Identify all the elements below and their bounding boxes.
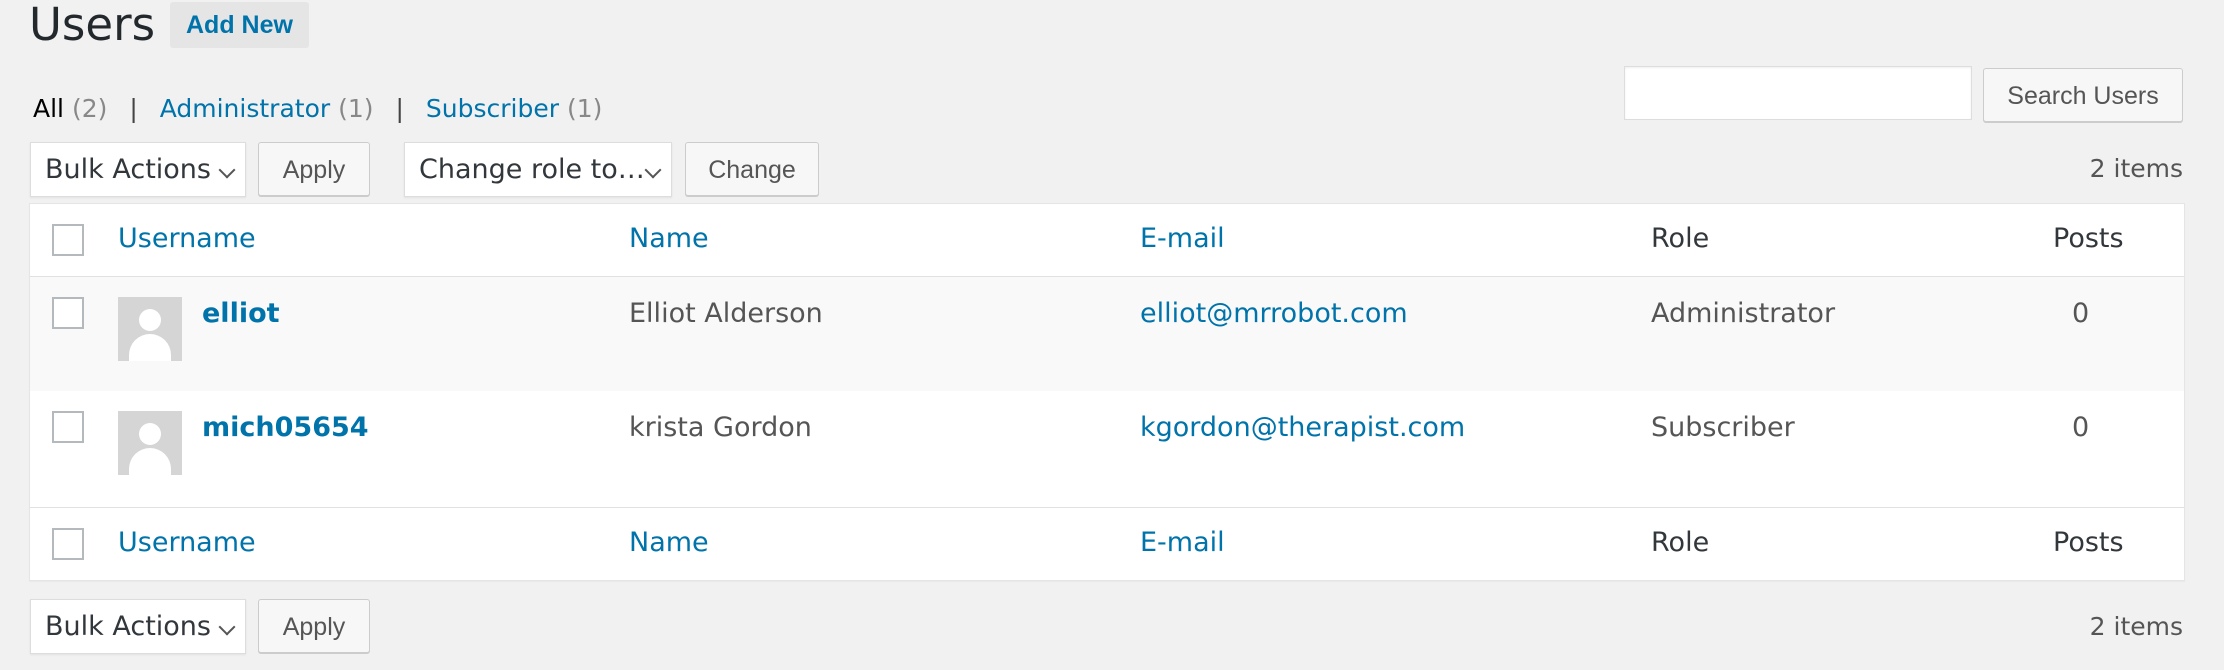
table-footer: Username Name E-mail Role Posts — [30, 507, 2184, 580]
default-user-avatar-icon — [118, 297, 182, 361]
users-page: Users Add New All (2) | Administrator (1… — [0, 0, 2224, 670]
avatar-body-shape — [129, 448, 171, 475]
chevron-down-icon — [644, 161, 662, 179]
role-column-header: Role — [1651, 223, 1710, 254]
search-users-input[interactable] — [1624, 66, 1972, 120]
filter-subscriber-count: (1) — [566, 94, 603, 123]
username-link[interactable]: elliot — [202, 295, 280, 333]
email-column-footer[interactable]: E-mail — [1140, 524, 1225, 562]
avatar-head-shape — [139, 309, 161, 331]
user-role-filters: All (2) | Administrator (1) | Subscriber… — [33, 91, 602, 127]
add-new-user-button[interactable]: Add New — [170, 2, 309, 48]
username-link[interactable]: mich05654 — [202, 409, 369, 447]
user-role: Administrator — [1651, 298, 1836, 329]
avatar-body-shape — [129, 334, 171, 361]
apply-button-top[interactable]: Apply — [258, 142, 370, 196]
filter-separator: | — [395, 94, 404, 123]
bulk-actions-select-bottom[interactable]: Bulk Actions — [30, 599, 246, 654]
users-table: Username Name E-mail Role Posts elliot E… — [29, 203, 2185, 581]
filter-all-label: All — [33, 94, 64, 123]
table-header: Username Name E-mail Role Posts — [30, 204, 2184, 277]
user-name: krista Gordon — [629, 412, 812, 443]
filter-all-count: (2) — [71, 94, 108, 123]
bulk-actions-select-top[interactable]: Bulk Actions — [30, 142, 246, 197]
email-link[interactable]: elliot@mrrobot.com — [1140, 295, 1408, 333]
role-column-footer: Role — [1651, 527, 1710, 558]
apply-button-bottom[interactable]: Apply — [258, 599, 370, 653]
search-users-button[interactable]: Search Users — [1983, 68, 2183, 122]
email-column-header[interactable]: E-mail — [1140, 220, 1225, 258]
filter-administrator[interactable]: Administrator (1) — [160, 94, 382, 123]
name-column-footer[interactable]: Name — [629, 524, 709, 562]
row-checkbox[interactable] — [52, 297, 84, 329]
filter-administrator-label: Administrator — [159, 94, 331, 123]
default-user-avatar-icon — [118, 411, 182, 475]
user-role: Subscriber — [1651, 412, 1795, 443]
change-role-button[interactable]: Change — [685, 142, 819, 196]
avatar-head-shape — [139, 423, 161, 445]
change-role-select[interactable]: Change role to… — [404, 142, 672, 197]
row-checkbox[interactable] — [52, 411, 84, 443]
bulk-actions-label: Bulk Actions — [45, 154, 211, 185]
filter-administrator-count: (1) — [338, 94, 374, 123]
items-count-bottom: 2 items — [2089, 612, 2183, 641]
email-link[interactable]: kgordon@therapist.com — [1140, 409, 1465, 447]
filter-all[interactable]: All (2) — [33, 94, 115, 123]
table-row: elliot Elliot Alderson elliot@mrrobot.co… — [30, 277, 2184, 391]
username-column-header[interactable]: Username — [118, 220, 256, 258]
select-all-checkbox-footer[interactable] — [52, 528, 84, 560]
username-column-footer[interactable]: Username — [118, 524, 256, 562]
chevron-down-icon — [218, 161, 236, 179]
filter-separator: | — [129, 94, 138, 123]
bulk-actions-label: Bulk Actions — [45, 611, 211, 642]
user-name: Elliot Alderson — [629, 298, 823, 329]
post-count-link[interactable]: 0 — [2072, 409, 2089, 447]
chevron-down-icon — [218, 618, 236, 636]
change-role-label: Change role to… — [419, 154, 645, 185]
post-count-link[interactable]: 0 — [2072, 295, 2089, 333]
name-column-header[interactable]: Name — [629, 220, 709, 258]
items-count-top: 2 items — [2089, 154, 2183, 183]
filter-subscriber[interactable]: Subscriber (1) — [426, 94, 602, 123]
filter-subscriber-label: Subscriber — [425, 94, 559, 123]
table-row: mich05654 krista Gordon kgordon@therapis… — [30, 391, 2184, 505]
page-title: Users — [29, 0, 156, 51]
posts-column-footer: Posts — [2053, 527, 2124, 558]
select-all-checkbox[interactable] — [52, 224, 84, 256]
posts-column-header: Posts — [2053, 223, 2124, 254]
